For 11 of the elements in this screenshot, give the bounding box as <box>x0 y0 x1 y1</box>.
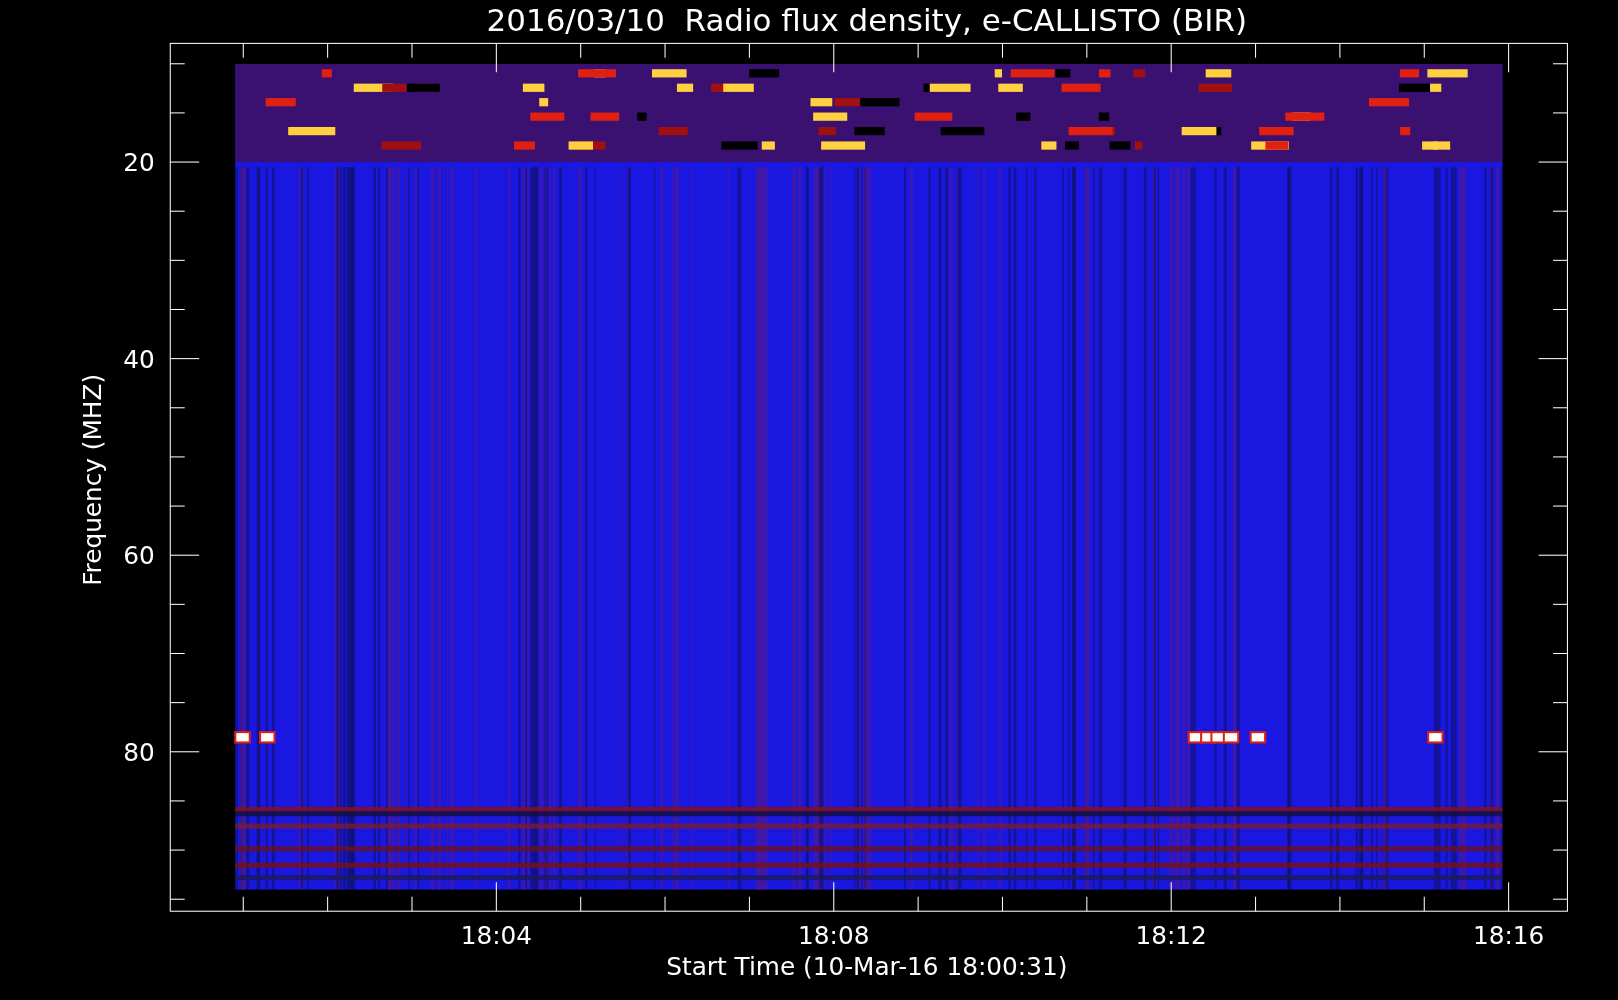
y-tick-label: 60 <box>123 541 155 571</box>
x-tick-label: 18:08 <box>798 921 870 951</box>
y-tick-label: 20 <box>123 148 155 178</box>
x-tick-label: 18:04 <box>460 921 532 951</box>
x-tick-label: 18:12 <box>1135 921 1207 951</box>
plot-title: 2016/03/10 Radio flux density, e-CALLISTO (BIR) <box>486 2 1247 38</box>
y-axis-title: Frequency (MHZ) <box>78 373 108 586</box>
y-tick-label: 80 <box>123 738 155 768</box>
y-tick-label: 40 <box>123 344 155 374</box>
x-tick-label: 18:16 <box>1472 921 1545 951</box>
x-axis-title: Start Time (10-Mar-16 18:00:31) <box>666 952 1068 982</box>
